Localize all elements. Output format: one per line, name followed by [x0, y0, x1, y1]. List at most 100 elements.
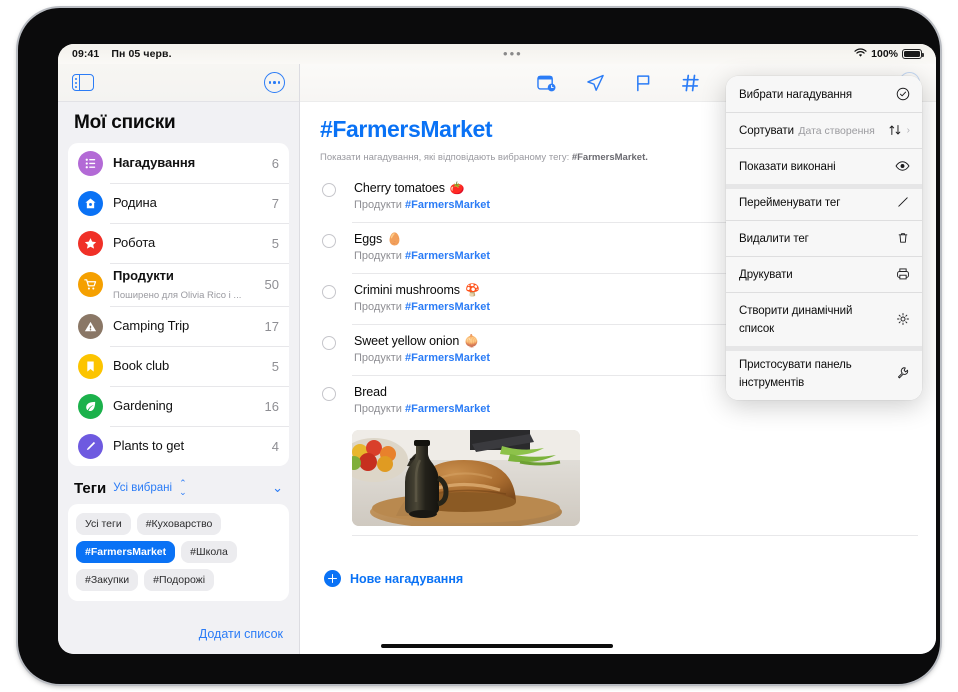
- sidebar-toolbar: [58, 64, 299, 102]
- menu-item-text: Перейменувати тег: [739, 193, 888, 211]
- menu-item-label: Видалити тег: [739, 233, 809, 245]
- sidebar-title: Мої списки: [74, 112, 176, 133]
- tag-chip-travel[interactable]: #Подорожі: [144, 569, 215, 591]
- sidebar-item-plants-to-get[interactable]: Plants to get 4: [68, 426, 289, 466]
- tags-header: Теги Усі вибрані ⌃ ⌄ ⌄: [68, 466, 289, 504]
- reminder-meta: Продукти #FarmersMarket: [354, 403, 490, 415]
- pencil-icon: [896, 195, 910, 209]
- menu-item-select-reminders[interactable]: Вибрати нагадування: [726, 76, 922, 112]
- sidebar-item-book-club[interactable]: Book club 5: [68, 346, 289, 386]
- up-down-chevron-icon[interactable]: ⌃ ⌄: [179, 479, 187, 497]
- leaf-icon: [78, 393, 103, 419]
- add-list-button[interactable]: Додати список: [199, 627, 283, 641]
- reminder-checkbox[interactable]: [322, 234, 336, 248]
- reminder-checkbox[interactable]: [322, 285, 336, 299]
- reminder-title: Cherry tomatoes: [354, 181, 445, 195]
- list-name: Робота: [113, 235, 156, 250]
- window-controls-icon: •••: [503, 46, 523, 61]
- page-subtitle-prefix: Показати нагадування, які відповідають в…: [320, 152, 572, 163]
- list-count: 7: [271, 195, 279, 211]
- list-count: 5: [271, 358, 279, 374]
- reminder-checkbox[interactable]: [322, 387, 336, 401]
- reminder-meta: Продукти #FarmersMarket: [354, 301, 490, 313]
- menu-item-show-completed[interactable]: Показати виконані: [726, 148, 922, 184]
- reminder-title: Eggs: [354, 232, 383, 246]
- reminder-list-name: Продукти: [354, 301, 402, 313]
- list-name: Plants to get: [113, 438, 184, 453]
- battery-percent: 100%: [871, 48, 898, 60]
- tomato-emoji-icon: 🍅: [449, 181, 465, 195]
- reminder-title: Crimini mushrooms: [354, 283, 460, 297]
- menu-item-print[interactable]: Друкувати: [726, 256, 922, 292]
- list-text: Camping Trip: [113, 317, 257, 335]
- sidebar-toggle-icon[interactable]: [72, 74, 94, 91]
- tag-chip-school[interactable]: #Школа: [181, 541, 237, 563]
- reminder-body: Eggs 🥚 Продукти #FarmersMarket: [354, 232, 490, 264]
- reminder-meta: Продукти #FarmersMarket: [354, 352, 490, 364]
- menu-item-delete-tag[interactable]: Видалити тег: [726, 220, 922, 256]
- menu-item-label: Створити динамічний список: [739, 305, 853, 335]
- menu-item-label: Сортувати: [739, 125, 794, 137]
- list-count: 17: [264, 318, 279, 334]
- main-panel: #FarmersMarket Показати нагадування, які…: [300, 64, 936, 654]
- bookmark-icon: [78, 353, 103, 379]
- sidebar-item-family[interactable]: Родина 7: [68, 183, 289, 223]
- menu-item-text: Пристосувати панель інструментів: [739, 355, 888, 391]
- sidebar-item-work[interactable]: Робота 5: [68, 223, 289, 263]
- flag-icon[interactable]: [635, 74, 652, 92]
- list-text: Родина: [113, 194, 264, 212]
- reminder-tag: #FarmersMarket: [405, 403, 490, 415]
- printer-icon: [896, 267, 910, 281]
- tag-chip-all[interactable]: Усі теги: [76, 513, 131, 535]
- mushroom-emoji-icon: 🍄: [464, 283, 480, 297]
- menu-item-text: Друкувати: [739, 265, 888, 283]
- menu-item-customize-toolbar[interactable]: Пристосувати панель інструментів: [726, 346, 922, 400]
- new-reminder-button[interactable]: Нове нагадування: [320, 570, 918, 587]
- sidebar-item-groceries[interactable]: Продукти Поширено для Olivia Rico і ... …: [68, 263, 289, 306]
- reminder-checkbox[interactable]: [322, 336, 336, 350]
- tag-chip-shopping[interactable]: #Закупки: [76, 569, 139, 591]
- sidebar-item-gardening[interactable]: Gardening 16: [68, 386, 289, 426]
- chevron-right-icon: ›: [906, 124, 910, 136]
- menu-item-create-smart-list[interactable]: Створити динамічний список: [726, 292, 922, 346]
- reminder-list-name: Продукти: [354, 352, 402, 364]
- menu-item-rename-tag[interactable]: Перейменувати тег: [726, 184, 922, 220]
- chevron-down-icon[interactable]: ⌄: [272, 480, 283, 496]
- egg-emoji-icon: 🥚: [387, 232, 402, 246]
- tags-selection-label[interactable]: Усі вибрані: [113, 482, 172, 494]
- pen-icon: [78, 433, 103, 459]
- menu-item-label: Показати виконані: [739, 161, 836, 173]
- list-name: Gardening: [113, 398, 173, 413]
- list-name: Book club: [113, 358, 170, 373]
- bread-photo[interactable]: [352, 430, 580, 526]
- home-indicator: [381, 644, 613, 648]
- list-name: Продукти: [113, 267, 174, 283]
- sidebar-item-reminders[interactable]: Нагадування 6: [68, 143, 289, 183]
- gear-icon: [896, 312, 910, 326]
- menu-item-sublabel: Дата створення: [798, 125, 875, 137]
- menu-item-text: Показати виконані: [739, 157, 887, 175]
- context-menu: Вибрати нагадування Сортувати Дата створ…: [726, 76, 922, 400]
- calendar-clock-icon[interactable]: [536, 74, 556, 92]
- reminder-body: Sweet yellow onion 🧅 Продукти #FarmersMa…: [354, 334, 490, 366]
- list-count: 16: [264, 398, 279, 414]
- tag-chip-farmersmarket[interactable]: #FarmersMarket: [76, 541, 176, 563]
- reminder-list-name: Продукти: [354, 250, 402, 262]
- onion-emoji-icon: 🧅: [464, 334, 480, 348]
- list-name: Camping Trip: [113, 318, 190, 333]
- sidebar-more-icon[interactable]: [264, 72, 285, 93]
- menu-item-sort[interactable]: Сортувати Дата створення ›: [726, 112, 922, 148]
- status-bar: 09:41 Пн 05 черв. ••• 100%: [58, 44, 936, 64]
- list-count: 6: [271, 155, 279, 171]
- trash-icon: [896, 231, 910, 245]
- status-time: 09:41: [72, 48, 100, 60]
- navigation-arrow-icon[interactable]: [586, 74, 605, 92]
- tag-chip-cooking[interactable]: #Куховарство: [136, 513, 222, 535]
- warning-triangle-icon: [78, 313, 103, 339]
- menu-item-label: Пристосувати панель інструментів: [739, 359, 852, 389]
- sidebar-item-camping-trip[interactable]: Camping Trip 17: [68, 306, 289, 346]
- reminder-checkbox[interactable]: [322, 183, 336, 197]
- reminder-body: Crimini mushrooms 🍄 Продукти #FarmersMar…: [354, 283, 490, 315]
- tags-card: Усі теги #Куховарство #FarmersMarket #Шк…: [68, 504, 289, 601]
- hashtag-icon[interactable]: [681, 74, 700, 92]
